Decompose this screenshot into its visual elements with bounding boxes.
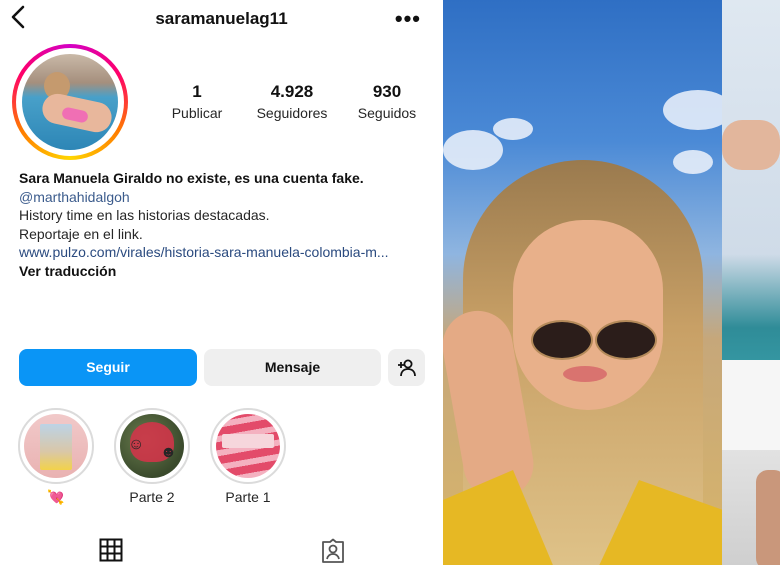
bio-line: Reportaje en el link.: [19, 225, 143, 242]
grid-icon: [99, 538, 123, 562]
clown-emoji-icon: ☻: [160, 444, 177, 461]
highlight-cover: [216, 414, 280, 478]
bio-website-link[interactable]: www.pulzo.com/virales/historia-sara-manu…: [19, 243, 439, 262]
highlight-cover: ☺ ☻: [120, 414, 184, 478]
message-button[interactable]: Mensaje: [204, 349, 381, 386]
avatar[interactable]: [12, 44, 128, 160]
boat-photo: [722, 0, 780, 565]
stat-value: 1: [192, 82, 202, 101]
highlight-cover: [24, 414, 88, 478]
highlight-item[interactable]: Parte 1: [210, 408, 286, 508]
avatar-photo: [22, 54, 118, 150]
add-user-button[interactable]: [388, 349, 425, 386]
bio-mention-link[interactable]: @marthahidalgoh: [19, 188, 439, 207]
stat-following[interactable]: 930 Seguidos: [342, 82, 432, 121]
profile-tabs: [0, 536, 443, 565]
selfie-photo: [443, 0, 722, 565]
highlight-label: Parte 1: [225, 489, 271, 505]
profile-stats: 1 Publicar 4.928 Seguidores 930 Seguidos: [150, 82, 430, 122]
profile-bio: Sara Manuela Giraldo no existe, es una c…: [19, 169, 439, 280]
more-options-button[interactable]: •••: [395, 6, 421, 32]
bio-line: History time en las historias destacadas…: [19, 207, 270, 223]
stat-followers[interactable]: 4.928 Seguidores: [247, 82, 337, 121]
highlight-item[interactable]: 💘: [18, 408, 94, 508]
top-bar: saramanuelag11 •••: [0, 0, 443, 38]
stat-value: 4.928: [270, 82, 314, 101]
stat-label: Seguidores: [256, 105, 328, 121]
stat-label: Publicar: [171, 105, 223, 121]
smiley-emoji-icon: ☺: [128, 436, 145, 453]
tab-posts-grid[interactable]: [99, 538, 123, 565]
stat-value: 930: [372, 82, 402, 101]
more-horizontal-icon: •••: [394, 6, 421, 31]
bio-name: Sara Manuela Giraldo no existe, es una c…: [19, 170, 364, 186]
stat-posts[interactable]: 1 Publicar: [152, 82, 242, 121]
tab-tagged[interactable]: [320, 538, 346, 565]
tagged-person-icon: [322, 538, 344, 563]
add-user-icon: [398, 359, 416, 377]
profile-username: saramanuelag11: [155, 9, 288, 28]
stat-label: Seguidos: [357, 105, 417, 121]
follow-button[interactable]: Seguir: [19, 349, 197, 386]
highlight-item[interactable]: ☺ ☻ Parte 2: [114, 408, 190, 508]
profile-panel: saramanuelag11 ••• 1 Publicar 4.928 Segu…: [0, 0, 443, 565]
see-translation-link[interactable]: Ver traducción: [19, 262, 439, 281]
